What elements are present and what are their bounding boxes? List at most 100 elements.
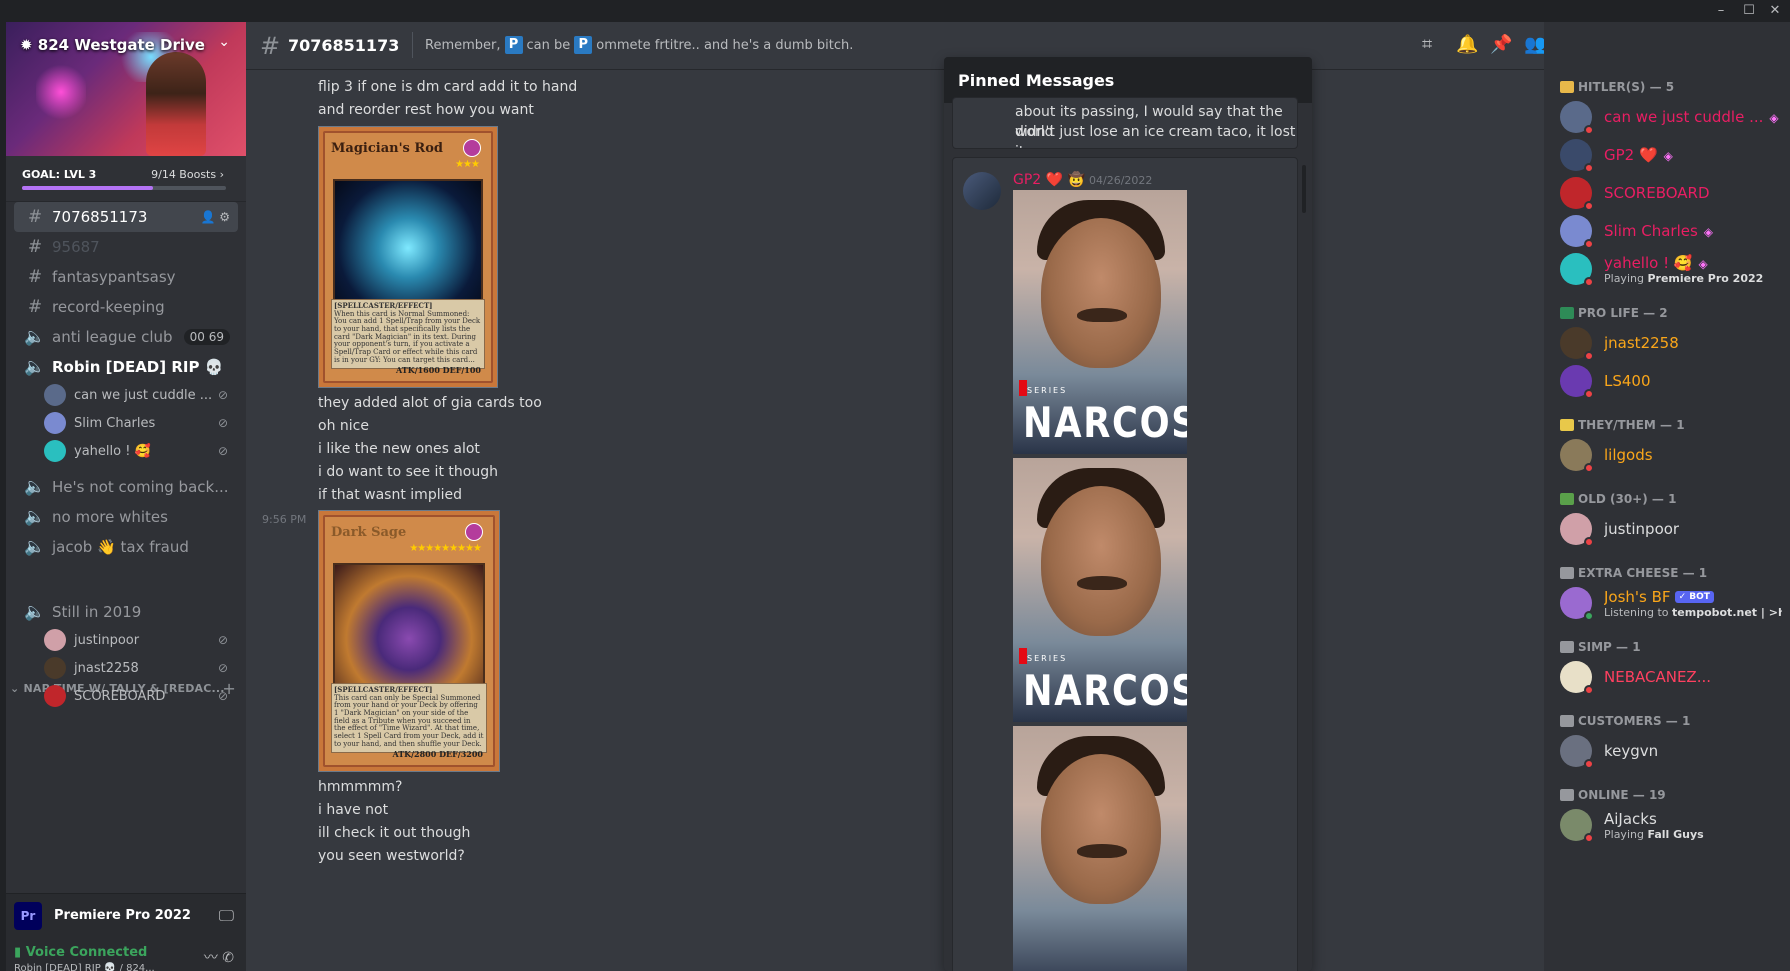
chevron-down-icon[interactable]: ⌄ <box>218 34 230 50</box>
member-list-icon[interactable]: 👥 <box>1524 34 1544 55</box>
member-item[interactable]: Josh's BF ✓ BOT Listening to tempobot.net … <box>1552 582 1782 624</box>
channel-text[interactable]: # record-keeping <box>14 292 238 322</box>
window-titlebar: – ☐ ✕ <box>0 0 1790 22</box>
card-artwork <box>333 179 483 317</box>
channel-name: Still in 2019 <box>52 603 142 621</box>
voice-connected-status[interactable]: ▮ Voice Connected <box>14 945 147 960</box>
channel-name: jacob 👋 tax fraud <box>52 538 189 556</box>
role-header: SIMP — 1 <box>1560 640 1641 654</box>
narcos-photo[interactable]: SERIES NARCOS <box>1013 190 1187 454</box>
member-item[interactable]: can we just cuddle ... ◈ <box>1552 96 1782 138</box>
role-icon <box>1560 493 1574 505</box>
channel-name: 95687 <box>52 238 100 256</box>
member-item[interactable]: jnast2258 <box>1552 322 1782 364</box>
voice-user[interactable]: SCOREBOARD ⊘ <box>44 683 238 709</box>
member-info: justinpoor <box>1604 520 1679 538</box>
avatar <box>1560 215 1594 249</box>
channel-voice[interactable]: 🔈 Robin [DEAD] RIP 💀 <box>14 352 238 382</box>
avatar <box>44 685 66 707</box>
member-info: can we just cuddle ... ◈ <box>1604 108 1779 126</box>
member-item[interactable]: GP2 ❤️ ◈ <box>1552 134 1782 176</box>
member-item[interactable]: LS400 <box>1552 360 1782 402</box>
pinned-author[interactable]: GP2 ❤️ 🤠 <box>1013 172 1085 188</box>
member-name-text: GP2 ❤️ <box>1604 146 1658 164</box>
voice-user[interactable]: justinpoor ⊘ <box>44 627 238 653</box>
channel-voice[interactable]: 🔈 Still in 2019 <box>14 597 238 627</box>
channel-voice[interactable]: 🔈 no more whites <box>14 502 238 532</box>
channel-voice[interactable]: 🔈 jacob 👋 tax fraud <box>14 532 238 562</box>
threads-icon[interactable]: ⌗ <box>1422 34 1432 55</box>
channel-text[interactable]: # fantasypantsasy <box>14 262 238 292</box>
avatar <box>44 440 66 462</box>
voice-user[interactable]: Slim Charles ⊘ <box>44 410 238 436</box>
voice-user-name: SCOREBOARD <box>74 688 166 704</box>
channel-text[interactable]: #95687 <box>14 232 238 262</box>
photo-face <box>1041 486 1161 636</box>
member-item[interactable]: lilgods <box>1552 434 1782 476</box>
channel-topic[interactable]: Remember, P can be P ommete frtitre.. an… <box>412 32 853 58</box>
disconnect-icon[interactable]: ✆ <box>222 950 234 966</box>
server-banner[interactable]: ✹ 824 Westgate Drive ⌄ <box>6 22 246 156</box>
photo-mustache <box>1077 308 1127 322</box>
member-name: LS400 <box>1604 372 1651 390</box>
member-item[interactable]: AiJacks Playing Fall Guys <box>1552 804 1782 846</box>
card-image-dark-sage[interactable]: Dark Sage ★★★★★★★★★ [SPELLCASTER/EFFECT]… <box>318 510 500 772</box>
message-line: ill check it out though <box>318 825 471 841</box>
noise-suppression-icon[interactable]: 〰 <box>204 950 218 966</box>
card-name: Magician's Rod <box>331 141 443 156</box>
narcos-photo[interactable]: SERIES NARCOS <box>1013 458 1187 722</box>
card-text: This card can only be Special Summoned f… <box>334 693 484 748</box>
premiere-pro-icon: Pr <box>14 902 42 930</box>
voice-user[interactable]: yahello ! 🥰 ⊘ <box>44 438 238 464</box>
member-item[interactable]: NEBACANEZ... <box>1552 656 1782 698</box>
topic-p-emoji: P <box>574 36 593 54</box>
voice-channel-sub: Robin [DEAD] RIP 💀 / 824... <box>14 963 155 971</box>
member-info: SCOREBOARD <box>1604 184 1710 202</box>
card-attribute-icon <box>463 139 481 157</box>
maximize-icon[interactable]: ☐ <box>1740 2 1758 20</box>
muted-mic-icon: ⊘ <box>217 416 228 430</box>
card-type: [SPELLCASTER/EFFECT] <box>334 301 433 310</box>
avatar <box>44 412 66 434</box>
message-line: if that wasnt implied <box>318 487 462 503</box>
voice-user[interactable]: can we just cuddle ... ⊘ <box>44 382 238 408</box>
narcos-photo[interactable] <box>1013 726 1187 971</box>
pinned-message[interactable]: GP2 ❤️ 🤠 04/26/2022 SERIES NARCOS SERIES… <box>952 157 1298 971</box>
status-indicator <box>1584 389 1594 399</box>
avatar <box>1560 661 1594 695</box>
channel-settings-icon[interactable]: 👤 ⚙ <box>200 210 230 224</box>
pinned-scrollbar[interactable] <box>1302 165 1306 213</box>
channel-text[interactable]: #7076851173 👤 ⚙ <box>14 202 238 232</box>
member-item[interactable]: yahello ! 🥰 ◈ Playing Premiere Pro 2022 <box>1552 248 1782 290</box>
pinned-date: 04/26/2022 <box>1089 174 1153 187</box>
card-image-magicians-rod[interactable]: Magician's Rod ★★★ [SPELLCASTER/EFFECT] W… <box>318 126 498 388</box>
screen-share-icon[interactable]: 🖵 <box>219 906 234 926</box>
card-description: [SPELLCASTER/EFFECT] When this card is No… <box>331 299 485 369</box>
avatar[interactable] <box>963 172 1001 210</box>
member-activity: Listening to tempobot.net | >h... <box>1604 606 1782 619</box>
member-item[interactable]: Slim Charles ◈ <box>1552 210 1782 252</box>
message-line: i have not <box>318 802 389 818</box>
photo-mustache <box>1077 576 1127 590</box>
topic-p-emoji: P <box>504 36 523 54</box>
pinned-message[interactable]: about its passing, I would say that the … <box>952 97 1298 149</box>
channel-voice[interactable]: 🔈 anti league club 00 69 <box>14 322 238 352</box>
boost-progress[interactable]: GOAL: LVL 3 9/14 Boosts › <box>6 156 246 202</box>
minimize-icon[interactable]: – <box>1712 2 1730 20</box>
avatar <box>1560 177 1594 211</box>
topic-text: Remember, <box>425 37 501 53</box>
muted-mic-icon: ⊘ <box>217 633 228 647</box>
message-list: flip 3 if one is dm card add it to hand … <box>246 71 1544 971</box>
member-item[interactable]: SCOREBOARD <box>1552 172 1782 214</box>
bell-icon[interactable]: 🔔 <box>1456 34 1478 55</box>
close-icon[interactable]: ✕ <box>1766 2 1784 20</box>
member-item[interactable]: keygvn <box>1552 730 1782 772</box>
member-item[interactable]: justinpoor <box>1552 508 1782 550</box>
voice-user[interactable]: jnast2258 ⊘ <box>44 655 238 681</box>
voice-user-name: can we just cuddle ... <box>74 387 213 403</box>
message-line: they added alot of gia cards too <box>318 395 542 411</box>
pin-icon[interactable]: 📌 <box>1490 34 1512 55</box>
channel-voice[interactable]: 🔈 He's not coming back... <box>14 472 238 502</box>
server-name[interactable]: ✹ 824 Westgate Drive <box>20 36 205 54</box>
nitro-boost-icon: ◈ <box>1663 149 1673 163</box>
